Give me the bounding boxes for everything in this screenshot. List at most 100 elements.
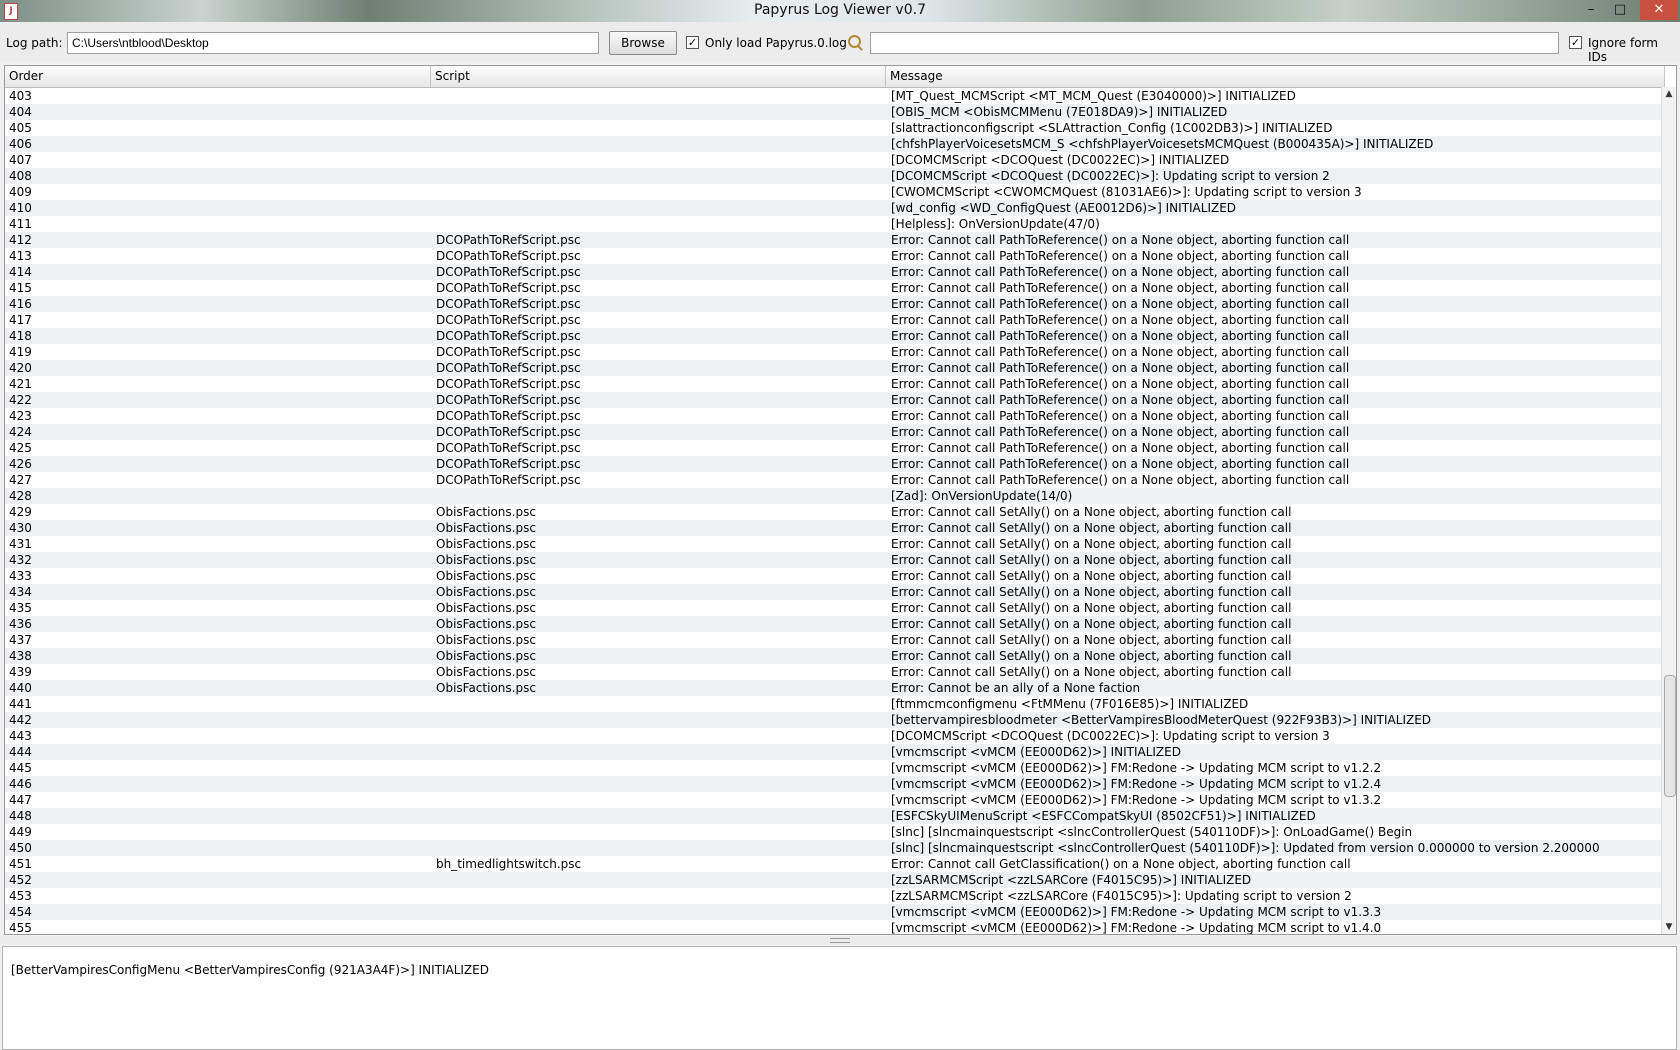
- table-row[interactable]: 403 [MT_Quest_MCMScript <MT_MCM_Quest (E3…: [5, 88, 1665, 104]
- table-row[interactable]: 455 [vmcmscript <vMCM (EE000D62)>] FM:Red…: [5, 920, 1665, 935]
- cell-message: Error: Cannot call PathToReference() on …: [891, 457, 1350, 471]
- table-row[interactable]: 411 [Helpless]: OnVersionUpdate(47/0): [5, 216, 1665, 232]
- table-row[interactable]: 435 ObisFactions.psc Error: Cannot call Se…: [5, 600, 1665, 616]
- table-row[interactable]: 427 DCOPathToRefScript.psc Error: Cannot c…: [5, 472, 1665, 488]
- cell-script: DCOPathToRefScript.psc: [436, 361, 581, 375]
- table-row[interactable]: 428 [Zad]: OnVersionUpdate(14/0): [5, 488, 1665, 504]
- search-icon: [848, 35, 861, 48]
- table-row[interactable]: 454 [vmcmscript <vMCM (EE000D62)>] FM:Red…: [5, 904, 1665, 920]
- table-row[interactable]: 443 [DCOMCMScript <DCOQuest (DC0022EC)>]:…: [5, 728, 1665, 744]
- cell-script: ObisFactions.psc: [436, 633, 536, 647]
- cell-order: 443: [9, 729, 32, 743]
- close-button[interactable]: ✕: [1640, 0, 1678, 20]
- table-row[interactable]: 431 ObisFactions.psc Error: Cannot call Se…: [5, 536, 1665, 552]
- table-row[interactable]: 445 [vmcmscript <vMCM (EE000D62)>] FM:Red…: [5, 760, 1665, 776]
- table-row[interactable]: 416 DCOPathToRefScript.psc Error: Cannot c…: [5, 296, 1665, 312]
- pane-splitter[interactable]: [0, 936, 1680, 944]
- table-row[interactable]: 426 DCOPathToRefScript.psc Error: Cannot c…: [5, 456, 1665, 472]
- table-row[interactable]: 453 [zzLSARMCMScript <zzLSARCore (F4015C9…: [5, 888, 1665, 904]
- table-row[interactable]: 432 ObisFactions.psc Error: Cannot call Se…: [5, 552, 1665, 568]
- scrollbar-thumb[interactable]: [1664, 675, 1676, 797]
- table-row[interactable]: 425 DCOPathToRefScript.psc Error: Cannot c…: [5, 440, 1665, 456]
- cell-order: 450: [9, 841, 32, 855]
- log-path-input[interactable]: [67, 32, 599, 54]
- cell-message: [vmcmscript <vMCM (EE000D62)>] FM:Redone…: [891, 921, 1382, 935]
- cell-message: Error: Cannot call SetAlly() on a None o…: [891, 585, 1292, 599]
- table-row[interactable]: 448 [ESFCSkyUIMenuScript <ESFCCompatSkyUI…: [5, 808, 1665, 824]
- only-load-checkbox[interactable]: ✓: [686, 36, 699, 49]
- table-row[interactable]: 414 DCOPathToRefScript.psc Error: Cannot c…: [5, 264, 1665, 280]
- table-row[interactable]: 434 ObisFactions.psc Error: Cannot call Se…: [5, 584, 1665, 600]
- cell-message: Error: Cannot call PathToReference() on …: [891, 409, 1350, 423]
- browse-button[interactable]: Browse: [609, 31, 677, 55]
- table-row[interactable]: 412 DCOPathToRefScript.psc Error: Cannot c…: [5, 232, 1665, 248]
- table-row[interactable]: 417 DCOPathToRefScript.psc Error: Cannot c…: [5, 312, 1665, 328]
- table-row[interactable]: 418 DCOPathToRefScript.psc Error: Cannot c…: [5, 328, 1665, 344]
- column-header-message[interactable]: Message: [886, 66, 1665, 87]
- table-row[interactable]: 444 [vmcmscript <vMCM (EE000D62)>] INITIA…: [5, 744, 1665, 760]
- table-row[interactable]: 433 ObisFactions.psc Error: Cannot call Se…: [5, 568, 1665, 584]
- vertical-scrollbar[interactable]: ▲ ▼: [1661, 87, 1676, 934]
- cell-order: 432: [9, 553, 32, 567]
- table-row[interactable]: 419 DCOPathToRefScript.psc Error: Cannot c…: [5, 344, 1665, 360]
- table-row[interactable]: 420 DCOPathToRefScript.psc Error: Cannot c…: [5, 360, 1665, 376]
- cell-order: 451: [9, 857, 32, 871]
- cell-order: 434: [9, 585, 32, 599]
- cell-script: DCOPathToRefScript.psc: [436, 473, 581, 487]
- scroll-down-icon[interactable]: ▼: [1662, 920, 1676, 934]
- table-row[interactable]: 408 [DCOMCMScript <DCOQuest (DC0022EC)>]:…: [5, 168, 1665, 184]
- table-row[interactable]: 447 [vmcmscript <vMCM (EE000D62)>] FM:Red…: [5, 792, 1665, 808]
- table-row[interactable]: 421 DCOPathToRefScript.psc Error: Cannot c…: [5, 376, 1665, 392]
- cell-order: 454: [9, 905, 32, 919]
- table-row[interactable]: 406 [chfshPlayerVoicesetsMCM_S <chfshPlay…: [5, 136, 1665, 152]
- table-row[interactable]: 442 [bettervampiresbloodmeter <BetterVamp…: [5, 712, 1665, 728]
- table-row[interactable]: 415 DCOPathToRefScript.psc Error: Cannot c…: [5, 280, 1665, 296]
- cell-message: [Helpless]: OnVersionUpdate(47/0): [891, 217, 1100, 231]
- cell-order: 426: [9, 457, 32, 471]
- table-row[interactable]: 440 ObisFactions.psc Error: Cannot be an a…: [5, 680, 1665, 696]
- table-row[interactable]: 439 ObisFactions.psc Error: Cannot call Se…: [5, 664, 1665, 680]
- search-input[interactable]: [870, 32, 1559, 54]
- table-row[interactable]: 409 [CWOMCMScript <CWOMCMQuest (81031AE6)…: [5, 184, 1665, 200]
- table-row[interactable]: 405 [slattractionconfigscript <SLAttracti…: [5, 120, 1665, 136]
- table-row[interactable]: 422 DCOPathToRefScript.psc Error: Cannot c…: [5, 392, 1665, 408]
- toolbar: Log path: Browse ✓ Only load Papyrus.0.l…: [0, 22, 1680, 64]
- table-row[interactable]: 407 [DCOMCMScript <DCOQuest (DC0022EC)>] …: [5, 152, 1665, 168]
- cell-script: DCOPathToRefScript.psc: [436, 281, 581, 295]
- table-row[interactable]: 429 ObisFactions.psc Error: Cannot call Se…: [5, 504, 1665, 520]
- table-row[interactable]: 436 ObisFactions.psc Error: Cannot call Se…: [5, 616, 1665, 632]
- cell-message: [bettervampiresbloodmeter <BetterVampire…: [891, 713, 1432, 727]
- column-header-script[interactable]: Script: [431, 66, 886, 87]
- scroll-up-icon[interactable]: ▲: [1662, 87, 1676, 101]
- table-row[interactable]: 410 [wd_config <WD_ConfigQuest (AE0012D6)…: [5, 200, 1665, 216]
- cell-message: [vmcmscript <vMCM (EE000D62)>] FM:Redone…: [891, 793, 1382, 807]
- table-row[interactable]: 449 [slnc] [slncmainquestscript <slncCont…: [5, 824, 1665, 840]
- table-row[interactable]: 404 [OBIS_MCM <ObisMCMMenu (7E018DA9)>] I…: [5, 104, 1665, 120]
- table-row[interactable]: 441 [ftmmcmconfigmenu <FtMMenu (7F016E85)…: [5, 696, 1665, 712]
- ignore-form-ids-checkbox[interactable]: ✓: [1569, 36, 1582, 49]
- table-row[interactable]: 452 [zzLSARMCMScript <zzLSARCore (F4015C9…: [5, 872, 1665, 888]
- cell-script: bh_timedlightswitch.psc: [436, 857, 582, 871]
- cell-order: 452: [9, 873, 32, 887]
- cell-script: DCOPathToRefScript.psc: [436, 441, 581, 455]
- table-row[interactable]: 430 ObisFactions.psc Error: Cannot call Se…: [5, 520, 1665, 536]
- table-row[interactable]: 438 ObisFactions.psc Error: Cannot call Se…: [5, 648, 1665, 664]
- column-header-order[interactable]: Order: [5, 66, 431, 87]
- table-row[interactable]: 437 ObisFactions.psc Error: Cannot call Se…: [5, 632, 1665, 648]
- table-row[interactable]: 423 DCOPathToRefScript.psc Error: Cannot c…: [5, 408, 1665, 424]
- table-row[interactable]: 424 DCOPathToRefScript.psc Error: Cannot c…: [5, 424, 1665, 440]
- cell-script: DCOPathToRefScript.psc: [436, 409, 581, 423]
- message-detail-pane[interactable]: [BetterVampiresConfigMenu <BetterVampire…: [2, 946, 1677, 1050]
- cell-message: Error: Cannot call SetAlly() on a None o…: [891, 537, 1292, 551]
- maximize-button[interactable]: □: [1606, 0, 1634, 20]
- window-title: Papyrus Log Viewer v0.7: [754, 2, 926, 18]
- table-row[interactable]: 446 [vmcmscript <vMCM (EE000D62)>] FM:Red…: [5, 776, 1665, 792]
- cell-order: 407: [9, 153, 32, 167]
- cell-message: [DCOMCMScript <DCOQuest (DC0022EC)>]: Up…: [891, 729, 1330, 743]
- splitter-grip-icon[interactable]: [830, 938, 850, 943]
- table-row[interactable]: 413 DCOPathToRefScript.psc Error: Cannot c…: [5, 248, 1665, 264]
- table-row[interactable]: 450 [slnc] [slncmainquestscript <slncCont…: [5, 840, 1665, 856]
- table-row[interactable]: 451 bh_timedlightswitch.psc Error: Cannot …: [5, 856, 1665, 872]
- minimize-button[interactable]: –: [1577, 0, 1605, 20]
- cell-message: Error: Cannot call PathToReference() on …: [891, 265, 1350, 279]
